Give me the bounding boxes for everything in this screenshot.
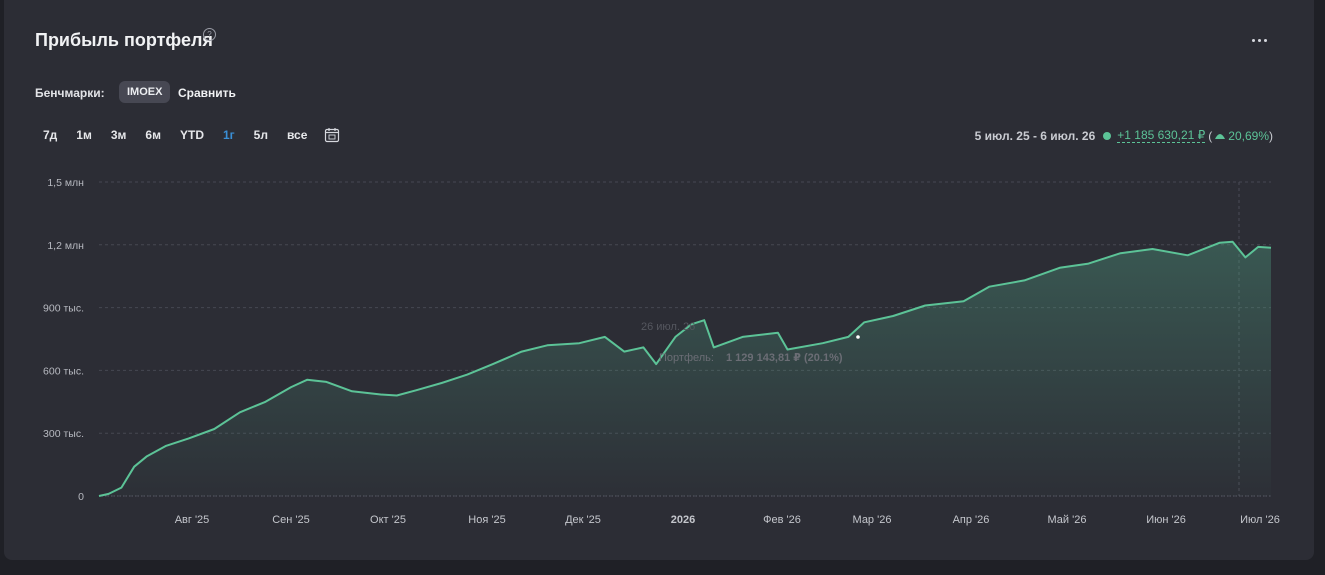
period-5y[interactable]: 5л [246, 121, 276, 149]
period-ytd[interactable]: YTD [172, 121, 212, 149]
x-tick-label: Июл '26 [1240, 514, 1280, 526]
period-6m[interactable]: 6м [137, 121, 169, 149]
period-3m[interactable]: 3м [103, 121, 135, 149]
period-all[interactable]: все [279, 121, 315, 149]
page-title: Прибыль портфеля [35, 30, 213, 50]
y-tick-label: 900 тыс. [43, 303, 84, 315]
benchmarks-label: Бенчмарки: [35, 86, 105, 100]
x-tick-label: Авг '25 [175, 514, 210, 526]
benchmark-chip-imoex[interactable]: IMOEX [119, 81, 171, 103]
series-area [99, 241, 1271, 496]
range-dates: 5 июл. 25 - 6 июл. 26 [974, 128, 1096, 143]
up-triangle-icon [1215, 133, 1226, 139]
compare-button[interactable]: Сравнить [178, 86, 236, 100]
tooltip-series-label: Портфель: [659, 352, 714, 364]
x-tick-label: Окт '25 [370, 514, 406, 526]
help-icon[interactable]: ? [203, 28, 216, 41]
x-tick-label: Мар '26 [853, 514, 892, 526]
range-summary: 5 июл. 25 - 6 июл. 26 +1 185 630,21 ₽ ( … [975, 128, 1273, 143]
x-tick-label: Фев '26 [763, 514, 801, 526]
x-tick-label: 2026 [671, 514, 695, 526]
x-tick-label: Ноя '25 [468, 514, 505, 526]
x-tick-label: Дек '25 [565, 514, 601, 526]
tooltip-value: 1 129 143,81 ₽ (20.1%) [726, 352, 843, 364]
y-tick-label: 1,5 млн [47, 177, 84, 189]
x-tick-label: Апр '26 [953, 514, 990, 526]
profit-chart[interactable]: 0 300 тыс. 600 тыс. 900 тыс. 1,2 млн 1,5 млн А… [0, 165, 1325, 535]
series-dot-icon [1103, 131, 1112, 140]
more-horizontal-icon[interactable] [1250, 31, 1270, 47]
y-tick-label: 0 [78, 491, 84, 503]
y-tick-label: 600 тыс. [43, 365, 84, 377]
paren-open: ( [1208, 128, 1213, 143]
y-tick-label: 300 тыс. [43, 428, 84, 440]
x-tick-label: Сен '25 [272, 514, 310, 526]
range-pct-change: 20,69% [1228, 128, 1269, 143]
x-tick-label: Июн '26 [1146, 514, 1186, 526]
x-tick-label: Май '26 [1048, 514, 1087, 526]
period-7d[interactable]: 7д [35, 121, 65, 149]
y-tick-label: 1,2 млн [47, 240, 84, 252]
hover-dot [856, 335, 860, 339]
calendar-icon[interactable] [324, 127, 340, 143]
range-abs-change[interactable]: +1 185 630,21 ₽ [1117, 128, 1206, 143]
period-selector: 7д 1м 3м 6м YTD 1г 5л все [35, 121, 340, 149]
period-1y[interactable]: 1г [215, 121, 243, 149]
tooltip-date: 26 июл. 26 [641, 321, 695, 333]
period-1m[interactable]: 1м [68, 121, 100, 149]
paren-close: ) [1269, 128, 1273, 143]
